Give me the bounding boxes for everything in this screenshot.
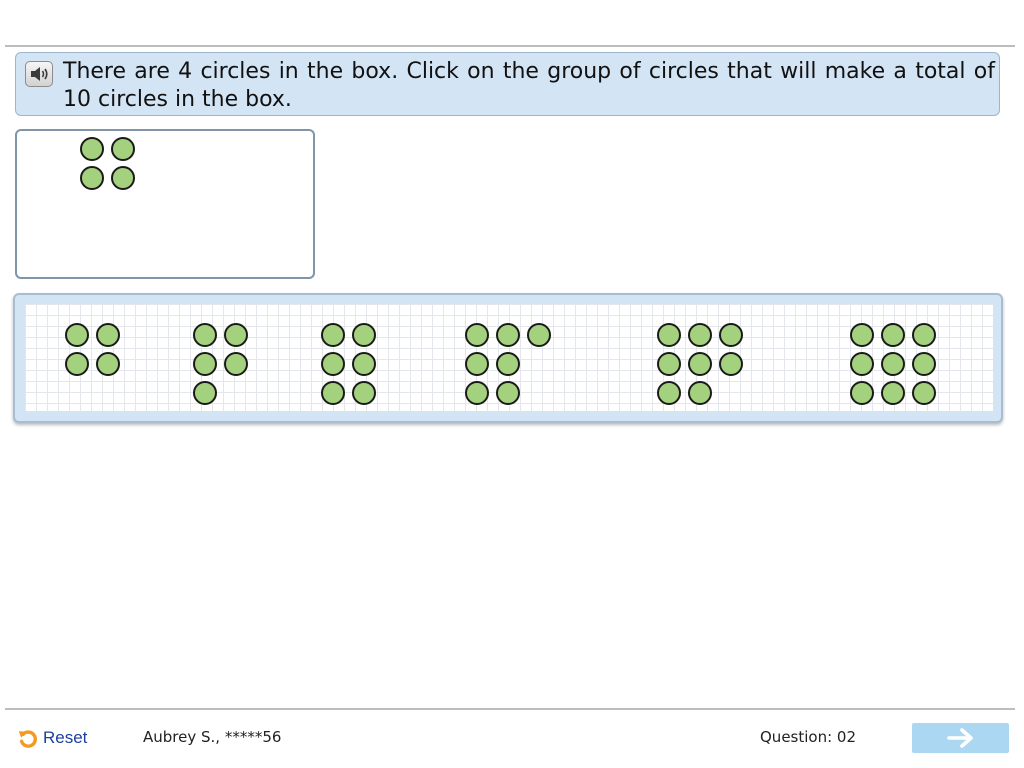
circle bbox=[719, 352, 743, 376]
circle bbox=[719, 323, 743, 347]
circle bbox=[193, 381, 217, 405]
answer-options-panel bbox=[13, 293, 1003, 423]
next-button[interactable] bbox=[912, 723, 1009, 753]
circle bbox=[80, 137, 104, 161]
circle bbox=[65, 323, 89, 347]
circle bbox=[321, 381, 345, 405]
speaker-button[interactable] bbox=[25, 61, 53, 87]
circle bbox=[224, 323, 248, 347]
reset-label: Reset bbox=[43, 728, 88, 747]
circle bbox=[881, 381, 905, 405]
circle bbox=[850, 381, 874, 405]
reset-icon bbox=[18, 730, 37, 748]
student-name: Aubrey S., *****56 bbox=[143, 728, 282, 746]
circle bbox=[96, 352, 120, 376]
circle bbox=[352, 352, 376, 376]
circle bbox=[912, 323, 936, 347]
speaker-icon bbox=[31, 67, 48, 81]
option-group-9[interactable] bbox=[850, 323, 936, 405]
target-circle-group bbox=[80, 137, 136, 191]
circle bbox=[850, 352, 874, 376]
question-bar: There are 4 circles in the box. Click on… bbox=[15, 52, 1000, 116]
circle bbox=[352, 323, 376, 347]
question-text: There are 4 circles in the box. Click on… bbox=[63, 59, 995, 112]
circle bbox=[111, 137, 135, 161]
option-group-5[interactable] bbox=[193, 323, 249, 405]
circle bbox=[352, 381, 376, 405]
circle bbox=[80, 166, 104, 190]
circle bbox=[688, 381, 712, 405]
circle bbox=[527, 323, 551, 347]
circle bbox=[111, 166, 135, 190]
arrow-right-icon bbox=[946, 728, 973, 748]
option-group-8[interactable] bbox=[657, 323, 743, 405]
circle bbox=[881, 352, 905, 376]
circle bbox=[193, 323, 217, 347]
circle bbox=[321, 323, 345, 347]
option-group-4[interactable] bbox=[65, 323, 121, 399]
option-group-6[interactable] bbox=[321, 323, 377, 405]
options-grid bbox=[25, 304, 993, 411]
circle bbox=[224, 352, 248, 376]
circle bbox=[465, 381, 489, 405]
circle bbox=[657, 381, 681, 405]
top-divider bbox=[5, 45, 1015, 47]
circle bbox=[321, 352, 345, 376]
circle bbox=[881, 323, 905, 347]
question-number: Question: 02 bbox=[760, 728, 856, 746]
circle bbox=[193, 352, 217, 376]
circle bbox=[912, 381, 936, 405]
circle bbox=[657, 323, 681, 347]
circle bbox=[65, 352, 89, 376]
circle bbox=[657, 352, 681, 376]
circle bbox=[496, 381, 520, 405]
circle bbox=[912, 352, 936, 376]
target-box bbox=[15, 129, 315, 279]
reset-button[interactable]: Reset bbox=[17, 725, 87, 751]
option-group-7[interactable] bbox=[465, 323, 551, 405]
circle bbox=[496, 323, 520, 347]
circle bbox=[496, 352, 520, 376]
circle bbox=[465, 352, 489, 376]
circle bbox=[465, 323, 489, 347]
circle bbox=[688, 352, 712, 376]
circle bbox=[96, 323, 120, 347]
circle bbox=[850, 323, 874, 347]
circle bbox=[688, 323, 712, 347]
bottom-divider bbox=[5, 708, 1015, 710]
